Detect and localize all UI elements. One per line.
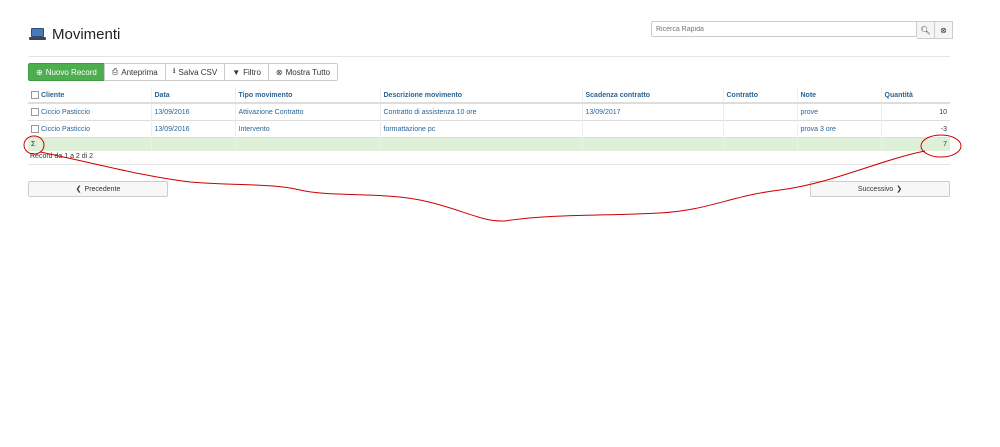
cell-cliente[interactable]: Ciccio Pasticcio: [28, 102, 151, 121]
total-symbol: Σ: [28, 137, 151, 151]
plus-circle-icon: ⊕: [36, 67, 43, 77]
column-header-contratto[interactable]: Contratto: [722, 88, 797, 104]
table-header-row: Cliente Data Tipo movimento Descrizione …: [28, 88, 950, 104]
cell-descrizione[interactable]: Contratto di assistenza 10 ore: [379, 102, 582, 121]
records-info: Record da 1 a 2 di 2: [30, 153, 94, 160]
previous-label: Precedente: [84, 185, 121, 193]
filter-label: Filtro: [243, 67, 261, 77]
filter-icon: ▼: [232, 67, 241, 77]
cell-data[interactable]: 13/09/2016: [150, 102, 235, 121]
filter-button[interactable]: ▼ Filtro: [224, 63, 269, 81]
toolbar: ⊕ Nuovo Record ⎙ Anteprima ⭳ Salva CSV ▼…: [28, 63, 339, 81]
cell-quantita[interactable]: -3: [880, 120, 950, 138]
column-header-quantita[interactable]: Quantità: [880, 88, 950, 104]
column-header-cliente[interactable]: Cliente: [28, 88, 151, 104]
previous-page-button[interactable]: ❮ Precedente: [28, 181, 168, 197]
cell-quantita[interactable]: 10: [880, 102, 950, 121]
print-icon: ⎙: [111, 67, 119, 76]
annotation-connector: [39, 150, 926, 222]
column-header-descrizione[interactable]: Descrizione movimento: [379, 88, 582, 104]
column-header-tipo[interactable]: Tipo movimento: [234, 88, 380, 104]
show-all-button[interactable]: ⊗ Mostra Tutto: [267, 63, 339, 81]
column-header-data[interactable]: Data: [150, 88, 235, 104]
footer-divider: [28, 164, 950, 165]
clear-icon: ⊗: [940, 25, 947, 35]
chevron-right-icon: ❯: [896, 186, 903, 193]
cell-descrizione[interactable]: formattazione pc: [379, 120, 582, 138]
save-csv-button[interactable]: ⭳ Salva CSV: [164, 63, 226, 81]
next-page-button[interactable]: Successivo ❯: [810, 181, 950, 197]
cell-scadenza[interactable]: 13/09/2017: [581, 102, 723, 121]
cell-tipo[interactable]: Intervento: [234, 120, 380, 138]
show-all-label: Mostra Tutto: [285, 67, 331, 77]
cell-cliente[interactable]: Ciccio Pasticcio: [28, 120, 151, 138]
search-input[interactable]: [651, 21, 917, 37]
column-header-note[interactable]: Note: [796, 88, 881, 104]
total-row: Σ 7: [28, 137, 950, 151]
total-value: 7: [880, 137, 950, 151]
search-icon: 🔍︎: [920, 25, 931, 35]
table-row[interactable]: Ciccio Pasticcio 13/09/2016 Attivazione …: [28, 102, 950, 121]
new-record-label: Nuovo Record: [45, 67, 97, 77]
cell-tipo[interactable]: Attivazione Contratto: [234, 102, 380, 121]
clear-search-button[interactable]: ⊗: [935, 21, 953, 39]
new-record-button[interactable]: ⊕ Nuovo Record: [28, 63, 105, 81]
save-csv-label: Salva CSV: [178, 67, 218, 77]
cell-data[interactable]: 13/09/2016: [150, 120, 235, 138]
select-all-checkbox[interactable]: [31, 91, 39, 99]
page-header: Movimenti: [29, 26, 120, 43]
cell-note[interactable]: prove: [796, 102, 881, 121]
cell-contratto[interactable]: [722, 120, 797, 138]
table-row[interactable]: Ciccio Pasticcio 13/09/2016 Intervento f…: [28, 120, 950, 138]
column-header-scadenza[interactable]: Scadenza contratto: [581, 88, 723, 104]
remove-circle-icon: ⊗: [275, 67, 283, 77]
cell-note[interactable]: prova 3 ore: [796, 120, 881, 138]
row-checkbox[interactable]: [31, 125, 39, 133]
preview-label: Anteprima: [121, 67, 158, 77]
movements-table: Cliente Data Tipo movimento Descrizione …: [28, 88, 950, 151]
row-checkbox[interactable]: [31, 108, 39, 116]
chevron-left-icon: ❮: [75, 186, 82, 193]
laptop-icon: [29, 28, 46, 40]
page-title: Movimenti: [52, 26, 121, 43]
next-label: Successivo: [857, 185, 894, 193]
quick-search: 🔍︎ ⊗: [651, 21, 953, 39]
cell-contratto[interactable]: [722, 102, 797, 121]
download-icon: ⭳: [172, 66, 176, 75]
header-divider: [28, 56, 950, 57]
cell-scadenza[interactable]: [581, 120, 723, 138]
search-button[interactable]: 🔍︎: [917, 21, 935, 39]
preview-button[interactable]: ⎙ Anteprima: [103, 63, 166, 81]
